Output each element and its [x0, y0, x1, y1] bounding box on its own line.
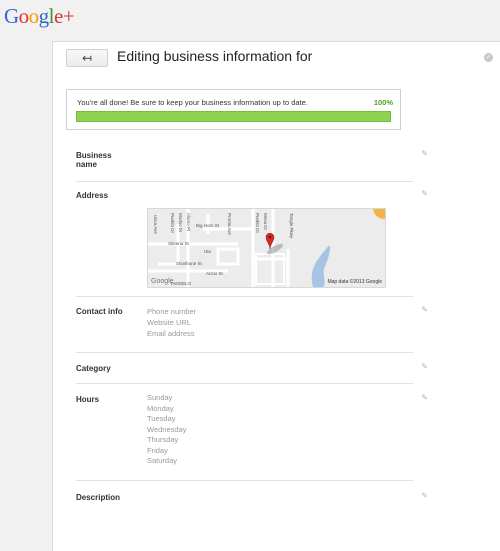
contact-info-label: Contact info [76, 307, 123, 316]
hours-day: Tuesday [147, 414, 176, 423]
map-street-label: Pueblo Dr [170, 213, 175, 234]
section-business-name: Business name ✎ [76, 142, 428, 182]
edit-contact-info-icon[interactable]: ✎ [421, 305, 428, 314]
map-attribution: Map data ©2013 Google [327, 279, 382, 285]
map-street-label: Big Horn St [196, 223, 220, 228]
map-street-label: Alamo Pl [186, 213, 191, 232]
edit-address-icon[interactable]: ✎ [421, 189, 428, 198]
category-label: Category [76, 364, 111, 373]
hours-days: Sunday Monday Tuesday Wednesday Thursday… [147, 393, 186, 467]
address-label: Address [76, 191, 109, 200]
completion-percent: 100% [373, 98, 393, 107]
logo-letter: o [18, 4, 30, 28]
edit-hours-icon[interactable]: ✎ [421, 393, 428, 402]
email-address-field: Email address [147, 329, 195, 338]
section-hours: Hours ✎ Sunday Monday Tuesday Wednesday … [76, 384, 428, 481]
google-plus-logo[interactable]: Google+ [4, 4, 75, 29]
logo-letter: g [38, 4, 50, 28]
page-title: Editing business information for [117, 48, 313, 64]
logo-letter: + [62, 4, 75, 28]
map-street-label: Pueblo Dr [255, 213, 260, 234]
hours-day: Friday [147, 445, 168, 455]
section-contact-info: Contact info ✎ Phone number Website URL … [76, 297, 428, 353]
section-description: Description ✎ [76, 481, 428, 521]
hours-day: Saturday [147, 456, 178, 465]
business-name-label-line1: Business [76, 151, 112, 160]
close-icon[interactable]: ✓ [484, 53, 493, 62]
edit-description-icon[interactable]: ✎ [421, 491, 428, 500]
hours-label: Hours [76, 395, 100, 404]
hours-day: Sunday [147, 393, 173, 402]
map-street-label: Skeena St [168, 241, 189, 246]
section-address: Address ✎ Utica Ave Pueblo Dr Modoc Dr A… [76, 182, 428, 297]
map-street-label: Tangle Pkwy [289, 213, 294, 239]
map-street-label: Shoshone St [176, 261, 202, 266]
edit-business-name-icon[interactable]: ✎ [421, 149, 428, 158]
website-url-field: Website URL [147, 318, 192, 327]
map-street-label: Utica Ave [153, 215, 158, 234]
completion-banner: You're all done! Be sure to keep your bu… [66, 89, 401, 130]
phone-number-field: Phone number [147, 307, 197, 316]
logo-letter: e [54, 4, 63, 28]
map-street-label: Ute [204, 249, 212, 254]
edit-panel: ↤ Editing business information for ✓ You… [52, 41, 500, 551]
section-category: Category ✎ [76, 353, 428, 384]
hours-day: Wednesday [147, 424, 187, 434]
arrow-back-icon: ↤ [81, 51, 93, 65]
completion-message: You're all done! Be sure to keep your bu… [77, 98, 308, 107]
map-google-logo: Google [151, 278, 174, 285]
back-button[interactable]: ↤ [66, 49, 108, 67]
address-map[interactable]: Utica Ave Pueblo Dr Modoc Dr Alamo Pl Sk… [147, 208, 386, 288]
business-name-label: Business name [76, 151, 112, 169]
progress-bar-fill [76, 111, 391, 122]
logo-letter: o [28, 4, 40, 28]
contact-fields: Phone number Website URL Email address [147, 306, 196, 339]
business-name-label-line2: name [76, 160, 97, 169]
map-street-label: Pronta Ave [227, 213, 232, 235]
hours-day: Monday [147, 403, 174, 413]
edit-category-icon[interactable]: ✎ [421, 362, 428, 371]
hours-day: Thursday [147, 435, 179, 444]
logo-letter: G [4, 4, 19, 28]
map-street-label: Mesa Dr [263, 213, 268, 231]
progress-bar [76, 111, 391, 122]
map-street-label: Anzio St [206, 271, 223, 276]
map-street-label: Modoc Dr [178, 213, 183, 233]
description-label: Description [76, 493, 121, 502]
